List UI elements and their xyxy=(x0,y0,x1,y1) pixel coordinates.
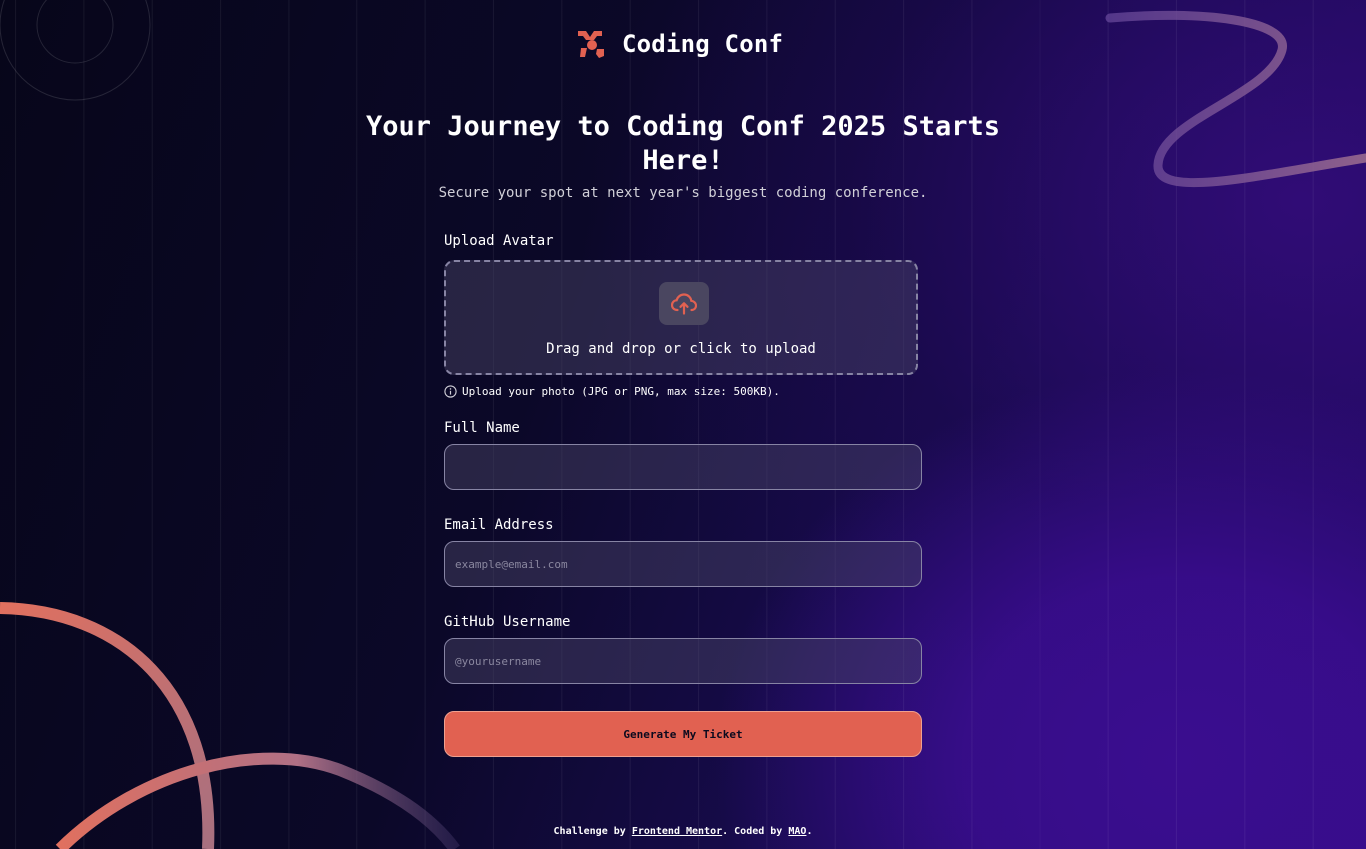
cloud-upload-icon xyxy=(671,292,697,315)
dropzone-text: Drag and drop or click to upload xyxy=(546,341,816,357)
page-footer: Challenge by Frontend Mentor. Coded by M… xyxy=(0,826,1366,837)
coding-conf-logo-icon xyxy=(578,31,604,58)
author-link[interactable]: MAO xyxy=(788,826,806,837)
footer-suffix: . xyxy=(806,826,813,837)
footer-middle: . Coded by xyxy=(722,826,783,837)
generate-ticket-button[interactable]: Generate My Ticket xyxy=(444,711,922,757)
full-name-input[interactable] xyxy=(444,444,922,490)
info-icon xyxy=(444,385,457,398)
avatar-dropzone[interactable]: Drag and drop or click to upload xyxy=(444,260,918,375)
avatar-hint: Upload your photo (JPG or PNG, max size:… xyxy=(444,385,780,398)
avatar-label: Upload Avatar xyxy=(444,233,554,249)
upload-icon-container xyxy=(659,282,709,325)
full-name-label: Full Name xyxy=(444,420,520,436)
github-label: GitHub Username xyxy=(444,614,571,630)
header-logo: Coding Conf xyxy=(576,28,783,60)
frontend-mentor-link[interactable]: Frontend Mentor xyxy=(632,826,722,837)
email-label: Email Address xyxy=(444,517,554,533)
page-content: Coding Conf Your Journey to Coding Conf … xyxy=(0,0,1366,849)
email-input[interactable] xyxy=(444,541,922,587)
footer-prefix: Challenge by xyxy=(553,826,626,837)
avatar-hint-text: Upload your photo (JPG or PNG, max size:… xyxy=(462,385,780,398)
page-subtitle: Secure your spot at next year's biggest … xyxy=(438,185,928,201)
github-username-input[interactable] xyxy=(444,638,922,684)
page-title: Your Journey to Coding Conf 2025 Starts … xyxy=(366,111,1000,176)
brand-name: Coding Conf xyxy=(622,30,784,58)
